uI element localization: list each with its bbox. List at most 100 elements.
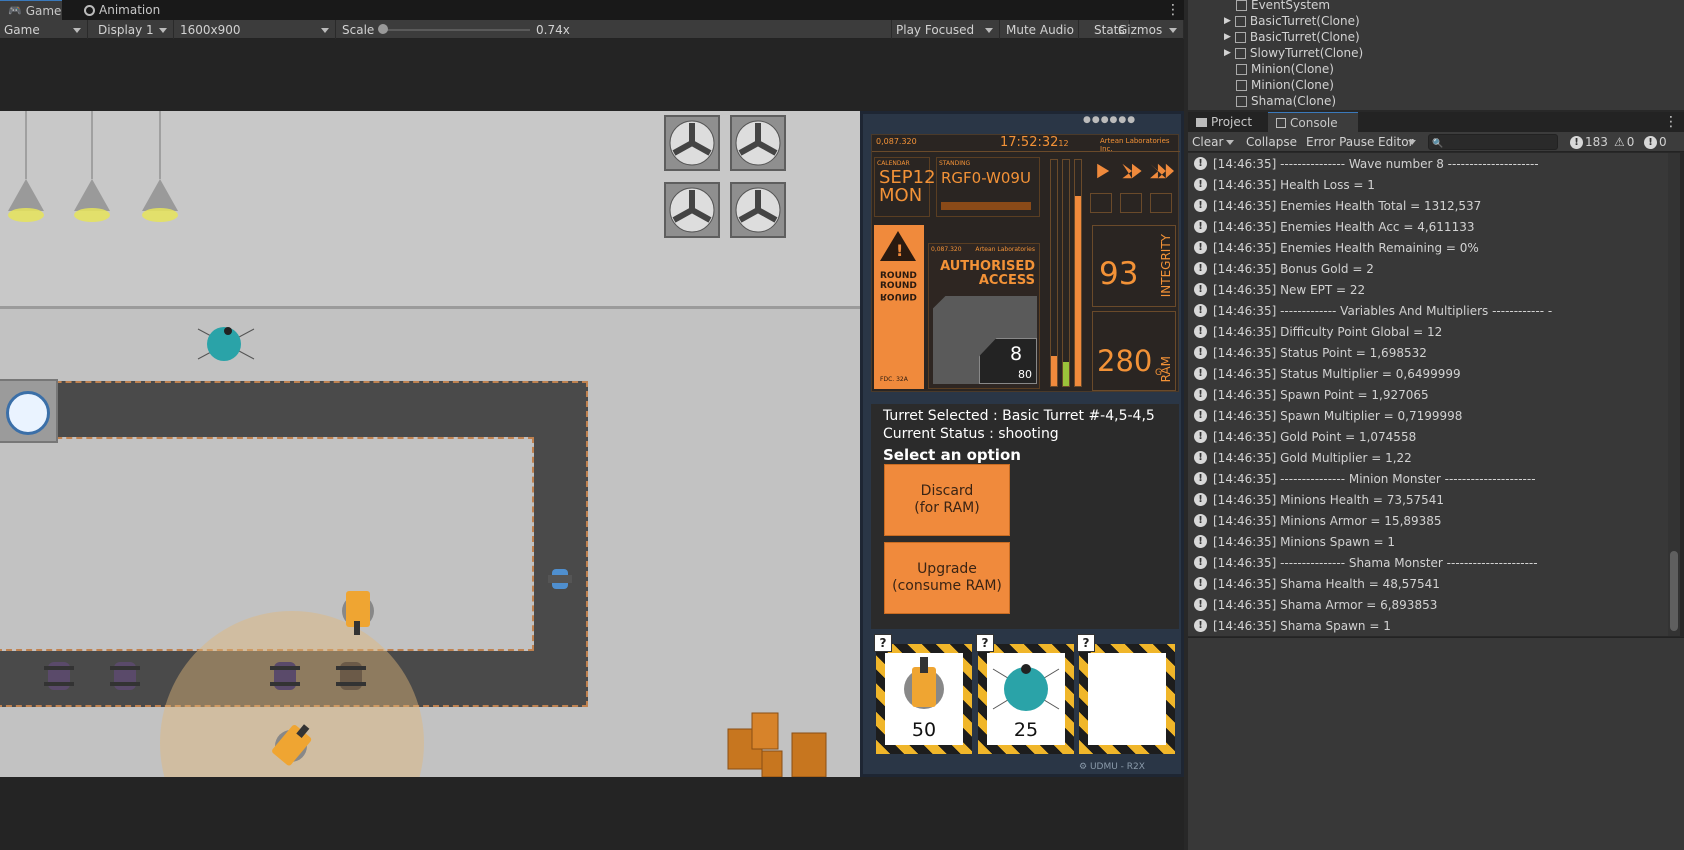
scale-slider-track[interactable] [382, 29, 530, 31]
log-entry[interactable]: ! [14:46:35] --------------- Minion Monst… [1188, 468, 1668, 489]
log-entry[interactable]: ! [14:46:35] Shama Health = 48,57541 [1188, 573, 1668, 594]
expand-arrow-icon[interactable]: ▶ [1224, 16, 1231, 26]
date-panel: CALENDAR SEP12 MON [874, 157, 936, 217]
log-text: [14:46:35] Status Multiplier = 0,6499999 [1213, 366, 1461, 381]
log-entry[interactable]: ! [14:46:35] --------------- Wave number … [1188, 153, 1668, 174]
game-tab-bar: 🎮 Game Animation ⋮ [0, 0, 1184, 20]
console-toolbar: Clear Collapse Error Pause Editor 🔍 ! 183… [1188, 132, 1684, 152]
error-pause-button[interactable]: Error Pause [1302, 132, 1378, 152]
game-scene[interactable] [0, 111, 860, 777]
turret-selected-label: Turret Selected : Basic Turret #-4,5-4,5 [883, 408, 1155, 424]
log-text: [14:46:35] Shama Health = 48,57541 [1213, 576, 1440, 591]
speed-controls [1090, 157, 1176, 187]
log-entry[interactable]: ! [14:46:35] Minions Armor = 15,89385 [1188, 510, 1668, 531]
price-label: 25 [1013, 719, 1039, 741]
hierarchy-item[interactable]: ▶ BasicTurret(Clone) [1224, 29, 1360, 45]
help-button[interactable]: ? [874, 634, 892, 652]
access-card: 0,087.320 Artean Laboratories AUTHORISED… [928, 243, 1040, 389]
basic-turret[interactable] [266, 721, 316, 771]
more-menu-icon[interactable]: ⋮ [1664, 114, 1678, 130]
editor-dropdown[interactable]: Editor [1374, 132, 1422, 152]
minion-enemy [110, 656, 140, 696]
resolution-dropdown[interactable]: 1600x900 [176, 20, 336, 39]
gameobject-icon [1236, 95, 1247, 107]
log-text: [14:46:35] Gold Point = 1,074558 [1213, 429, 1417, 444]
gizmos-dropdown[interactable]: Gizmos [1114, 20, 1184, 39]
view-dropdown[interactable]: Game [0, 20, 88, 39]
hierarchy-item[interactable]: EventSystem [1236, 0, 1330, 13]
hierarchy-item[interactable]: Shama(Clone) [1236, 93, 1336, 109]
mute-audio-button[interactable]: Mute Audio [1002, 20, 1079, 39]
log-text: [14:46:35] Minions Spawn = 1 [1213, 534, 1396, 549]
discard-button[interactable]: Discard (for RAM) [884, 464, 1010, 536]
tab-animation[interactable]: Animation [76, 0, 168, 20]
fast-forward-icon[interactable] [1122, 163, 1142, 179]
log-text: [14:46:35] Bonus Gold = 2 [1213, 261, 1374, 276]
log-entry[interactable]: ! [14:46:35] Shama Armor = 6,893853 [1188, 594, 1668, 615]
log-text: [14:46:35] Enemies Health Acc = 4,611133 [1213, 219, 1475, 234]
log-entry[interactable]: ! [14:46:35] Spawn Point = 1,927065 [1188, 384, 1668, 405]
empty-slots [1090, 193, 1176, 215]
tab-game[interactable]: 🎮 Game [0, 0, 62, 20]
tab-console[interactable]: Console [1268, 112, 1358, 132]
display-dropdown[interactable]: Display 1 [94, 20, 174, 39]
shop-item-empty[interactable]: ? [1077, 634, 1175, 754]
play-icon[interactable] [1097, 163, 1110, 179]
log-entry[interactable]: ! [14:46:35] Enemies Health Total = 1312,… [1188, 195, 1668, 216]
help-button[interactable]: ? [1077, 634, 1095, 652]
gameobject-icon [1234, 31, 1246, 43]
scrollbar-thumb[interactable] [1670, 551, 1678, 631]
log-text: [14:46:35] Health Loss = 1 [1213, 177, 1375, 192]
warning-count-toggle[interactable]: ⚠ 0 [1610, 132, 1638, 152]
hud-top-code: 0,087.320 [876, 137, 917, 146]
log-entry[interactable]: ! [14:46:35] Minions Spawn = 1 [1188, 531, 1668, 552]
log-text: [14:46:35] Enemies Health Remaining = 0% [1213, 240, 1479, 255]
console-scrollbar[interactable] [1668, 153, 1680, 636]
info-icon: ! [1194, 451, 1207, 464]
expand-arrow-icon[interactable]: ▶ [1224, 48, 1231, 58]
log-entry[interactable]: ! [14:46:35] Difficulty Point Global = 12 [1188, 321, 1668, 342]
hierarchy-item[interactable]: ▶ SlowyTurret(Clone) [1224, 45, 1363, 61]
log-entry[interactable]: ! [14:46:35] Gold Point = 1,074558 [1188, 426, 1668, 447]
error-icon: ! [1644, 135, 1657, 149]
help-button[interactable]: ? [976, 634, 994, 652]
log-entry[interactable]: ! [14:46:35] Enemies Health Acc = 4,61113… [1188, 216, 1668, 237]
log-entry[interactable]: ! [14:46:35] Health Loss = 1 [1188, 174, 1668, 195]
log-entry[interactable]: ! [14:46:35] New EPT = 22 [1188, 279, 1668, 300]
gameobject-icon [1236, 63, 1247, 75]
info-icon: ! [1194, 178, 1207, 191]
log-entry[interactable]: ! [14:46:35] --------------- Shama Monste… [1188, 552, 1668, 573]
more-menu-icon[interactable]: ⋮ [1166, 2, 1180, 18]
tab-project[interactable]: Project [1188, 112, 1260, 132]
collapse-button[interactable]: Collapse [1242, 132, 1301, 152]
clear-button[interactable]: Clear [1188, 132, 1240, 152]
error-count-toggle[interactable]: ! 0 [1640, 132, 1671, 152]
hierarchy-item[interactable]: Minion(Clone) [1236, 61, 1334, 77]
log-count-toggle[interactable]: ! 183 [1566, 132, 1612, 152]
log-entry[interactable]: ! [14:46:35] Minions Health = 73,57541 [1188, 489, 1668, 510]
console-search-input[interactable]: 🔍 [1428, 134, 1558, 150]
slowy-turret[interactable] [196, 319, 256, 369]
ram-panel: 280 G RAM [1092, 311, 1176, 391]
upgrade-button[interactable]: Upgrade (consume RAM) [884, 542, 1010, 614]
info-icon: ! [1194, 346, 1207, 359]
log-entry[interactable]: ! [14:46:35] Spawn Multiplier = 0,7199998 [1188, 405, 1668, 426]
shop-item-basic-turret[interactable]: 50 ? [874, 634, 972, 754]
log-entry[interactable]: ! [14:46:35] ------------- Variables And … [1188, 300, 1668, 321]
hierarchy-item[interactable]: ▶ BasicTurret(Clone) [1224, 13, 1360, 29]
hierarchy-item[interactable]: Minion(Clone) [1236, 77, 1334, 93]
fastest-forward-icon[interactable] [1150, 163, 1174, 179]
expand-arrow-icon[interactable]: ▶ [1224, 32, 1231, 42]
play-mode-dropdown[interactable]: Play Focused [892, 20, 1000, 39]
log-entry[interactable]: ! [14:46:35] Status Point = 1,698532 [1188, 342, 1668, 363]
log-entry[interactable]: ! [14:46:35] Bonus Gold = 2 [1188, 258, 1668, 279]
info-icon: ! [1194, 493, 1207, 506]
basic-turret[interactable] [336, 585, 380, 637]
log-entry[interactable]: ! [14:46:35] Enemies Health Remaining = 0… [1188, 237, 1668, 258]
log-entry[interactable]: ! [14:46:35] Gold Multiplier = 1,22 [1188, 447, 1668, 468]
shop-item-slowy-turret[interactable]: 25 ? [976, 634, 1074, 754]
log-entry[interactable]: ! [14:46:35] Shama Spawn = 1 [1188, 615, 1668, 636]
log-entry[interactable]: ! [14:46:35] Status Multiplier = 0,649999… [1188, 363, 1668, 384]
scale-slider-thumb[interactable] [378, 24, 388, 34]
minion-enemy [270, 656, 300, 696]
